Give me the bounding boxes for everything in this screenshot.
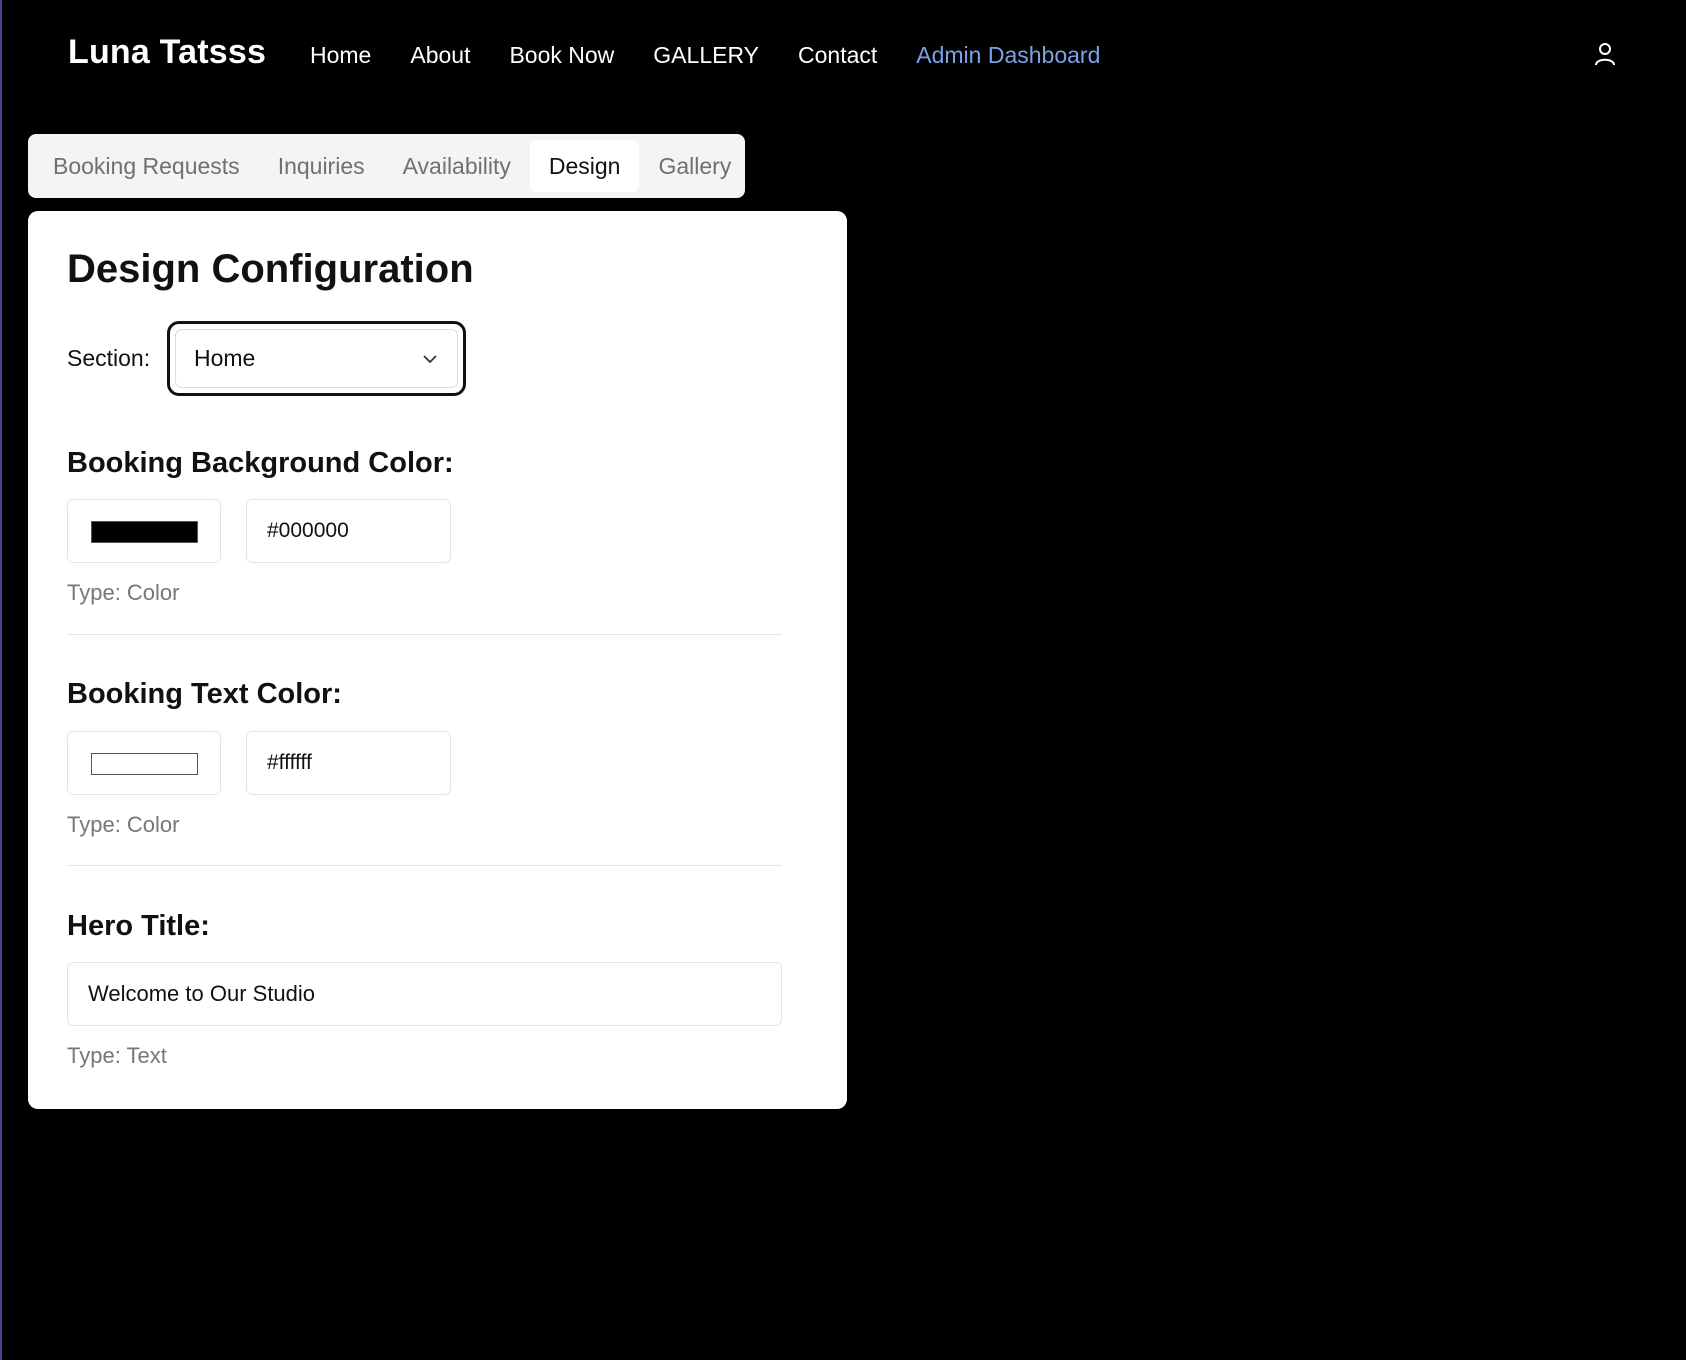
nav-admin-dashboard[interactable]: Admin Dashboard bbox=[916, 42, 1100, 69]
chevron-down-icon bbox=[423, 354, 437, 363]
divider bbox=[67, 865, 782, 866]
main-nav: Home About Book Now GALLERY Contact Admi… bbox=[310, 42, 1139, 69]
tab-gallery[interactable]: Gallery bbox=[639, 140, 750, 192]
brand-logo[interactable]: Luna Tatsss bbox=[68, 33, 266, 72]
window-edge bbox=[0, 0, 2, 1360]
nav-about[interactable]: About bbox=[410, 42, 470, 69]
section-select[interactable]: Home bbox=[167, 321, 466, 396]
booking-text-color-title: Booking Text Color: bbox=[67, 678, 342, 710]
tab-availability[interactable]: Availability bbox=[384, 140, 530, 192]
color-swatch bbox=[91, 521, 198, 543]
type-note: Type: Text bbox=[67, 1043, 167, 1068]
tab-booking-requests[interactable]: Booking Requests bbox=[34, 140, 259, 192]
hero-title-label: Hero Title: bbox=[67, 910, 210, 942]
page-title: Design Configuration bbox=[67, 247, 474, 291]
section-label: Section: bbox=[67, 345, 151, 371]
booking-bg-color-picker[interactable] bbox=[67, 499, 221, 563]
type-note: Type: Color bbox=[67, 812, 180, 837]
design-config-card: Design Configuration Section: Home Booki… bbox=[28, 211, 847, 1109]
nav-book-now[interactable]: Book Now bbox=[509, 42, 614, 69]
nav-contact[interactable]: Contact bbox=[798, 42, 877, 69]
booking-text-color-input[interactable]: #ffffff bbox=[246, 731, 451, 795]
divider bbox=[67, 634, 782, 635]
nav-gallery[interactable]: GALLERY bbox=[653, 42, 759, 69]
booking-bg-color-input[interactable]: #000000 bbox=[246, 499, 451, 563]
type-note: Type: Color bbox=[67, 580, 180, 605]
nav-home[interactable]: Home bbox=[310, 42, 371, 69]
admin-tabs: Booking Requests Inquiries Availability … bbox=[28, 134, 745, 198]
site-header: Luna Tatsss Home About Book Now GALLERY … bbox=[0, 0, 1686, 110]
hero-title-input[interactable]: Welcome to Our Studio bbox=[67, 962, 782, 1026]
tab-design[interactable]: Design bbox=[529, 140, 640, 192]
booking-bg-color-title: Booking Background Color: bbox=[67, 447, 454, 479]
booking-text-color-picker[interactable] bbox=[67, 731, 221, 795]
user-icon[interactable] bbox=[1591, 40, 1619, 68]
color-swatch bbox=[91, 753, 198, 775]
section-select-value: Home bbox=[194, 345, 256, 371]
tab-inquiries[interactable]: Inquiries bbox=[259, 140, 384, 192]
